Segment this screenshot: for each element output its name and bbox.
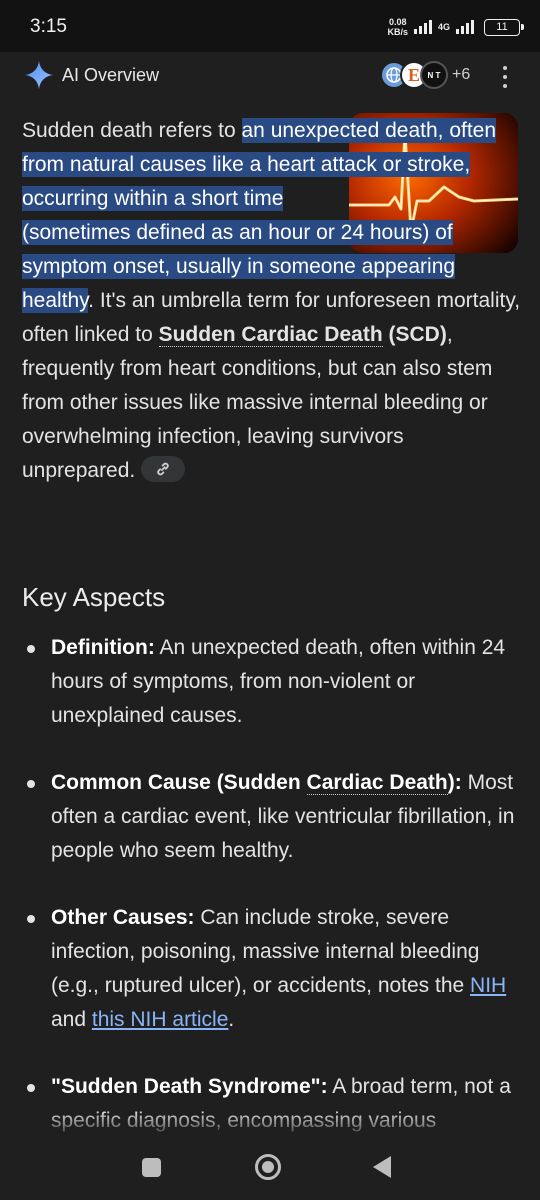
bullet-label: Other Causes: <box>51 906 195 929</box>
network-speed: 0.08 KB/s <box>387 17 408 37</box>
more-sources-count[interactable]: +6 <box>452 66 470 84</box>
scd-term[interactable]: Sudden Cardiac Death <box>158 323 383 347</box>
bullet-label: "Sudden Death Syndrome": <box>51 1075 328 1098</box>
gemini-sparkle-icon <box>25 61 53 89</box>
cardiac-death-term[interactable]: Cardiac Death <box>306 771 448 795</box>
bullet-label: Definition: <box>51 636 155 659</box>
overview-paragraph: Sudden death refers to an unexpected dea… <box>22 114 522 488</box>
ai-overview-title: AI Overview <box>62 65 160 85</box>
list-item: Common Cause (Sudden Cardiac Death): Mos… <box>22 766 522 868</box>
status-time: 3:15 <box>30 16 67 37</box>
bullet-label-end: ): <box>447 771 462 794</box>
scd-abbreviation: (SCD) <box>382 323 447 346</box>
recent-apps-icon[interactable] <box>142 1158 161 1177</box>
network-speed-value: 0.08 <box>388 17 407 27</box>
nih-link[interactable]: NIH <box>470 974 506 997</box>
signal-bars-icon <box>413 20 432 34</box>
network-type: 4G <box>437 22 450 32</box>
list-item: Other Causes: Can include stroke, severe… <box>22 901 522 1037</box>
back-icon[interactable] <box>373 1156 391 1178</box>
bullet-text-and: and <box>51 1008 92 1031</box>
bullet-label: Common Cause (Sudden <box>51 771 307 794</box>
overview-intro: Sudden death refers to <box>22 119 242 142</box>
home-icon[interactable] <box>255 1154 281 1180</box>
link-icon <box>157 463 169 476</box>
battery-icon: 11 <box>484 18 524 36</box>
system-nav-bar <box>0 1136 540 1200</box>
status-bar: 3:15 0.08 KB/s 4G 11 <box>0 0 540 52</box>
network-speed-unit: KB/s <box>387 27 408 37</box>
list-item: Definition: An unexpected death, often w… <box>22 631 522 733</box>
ai-overview-header: AI Overview E N T +6 <box>0 52 540 100</box>
source-link-chip[interactable] <box>141 456 186 483</box>
nt-logo-icon[interactable]: N T <box>420 61 448 89</box>
status-icons: 0.08 KB/s 4G 11 <box>387 13 524 41</box>
key-aspects-heading: Key Aspects <box>22 582 166 612</box>
nih-article-link[interactable]: this NIH article <box>92 1008 229 1031</box>
more-options-icon[interactable] <box>498 66 512 88</box>
bullet-text-end: . <box>228 1008 235 1031</box>
source-avatars[interactable]: E N T <box>380 61 450 91</box>
signal-bars-icon-2 <box>456 20 474 34</box>
